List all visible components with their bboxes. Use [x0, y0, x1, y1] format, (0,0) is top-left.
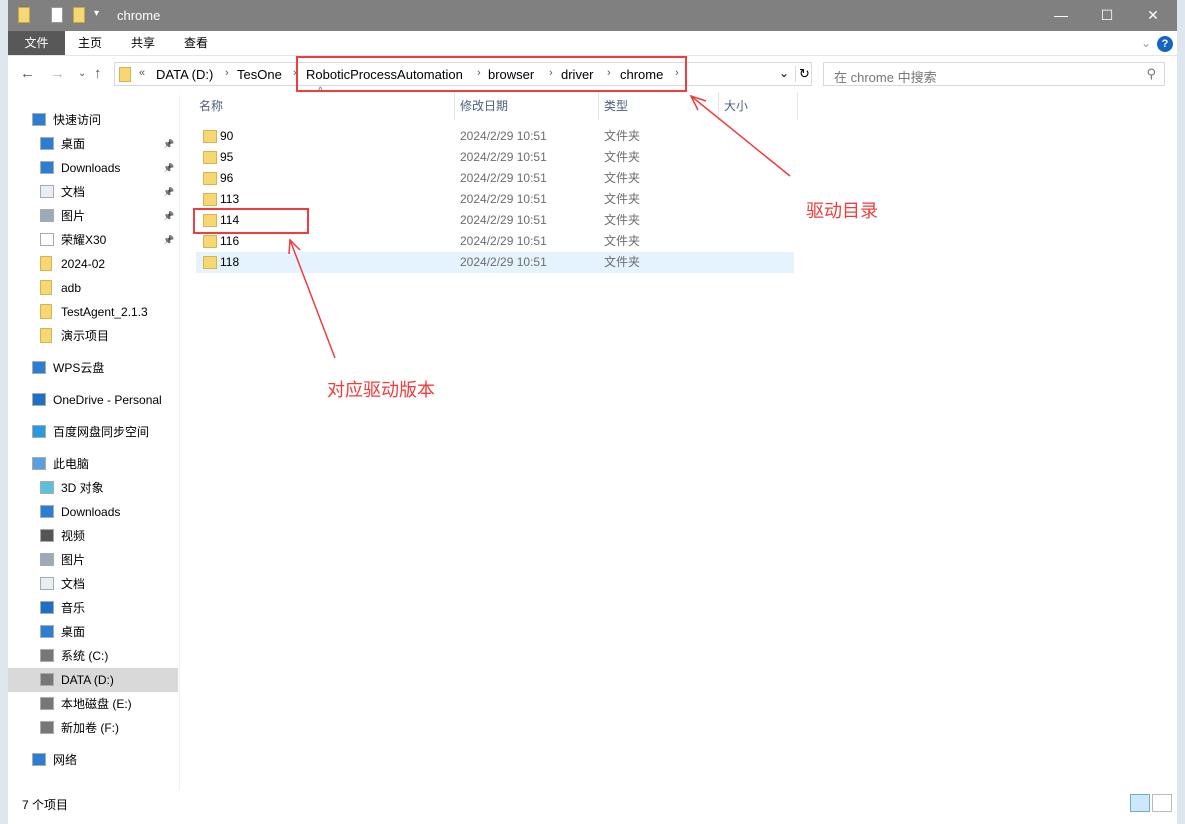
- large-icons-view-button[interactable]: [1152, 794, 1172, 812]
- arrow-to-114: [289, 239, 336, 359]
- arrow-to-path: [690, 95, 791, 177]
- explorer-window: ▾ chrome — ☐ ✕ 文件 主页 共享 查看 ⌄ ? ← → ⌄ ↑ «…: [8, 0, 1177, 824]
- annotation-driver-dir: 驱动目录: [806, 201, 878, 221]
- status-item-count: 7 个项目: [22, 798, 69, 812]
- annotation-driver-version: 对应驱动版本: [327, 380, 435, 400]
- details-view-button[interactable]: [1130, 794, 1150, 812]
- annotation-arrows: [288, 94, 791, 359]
